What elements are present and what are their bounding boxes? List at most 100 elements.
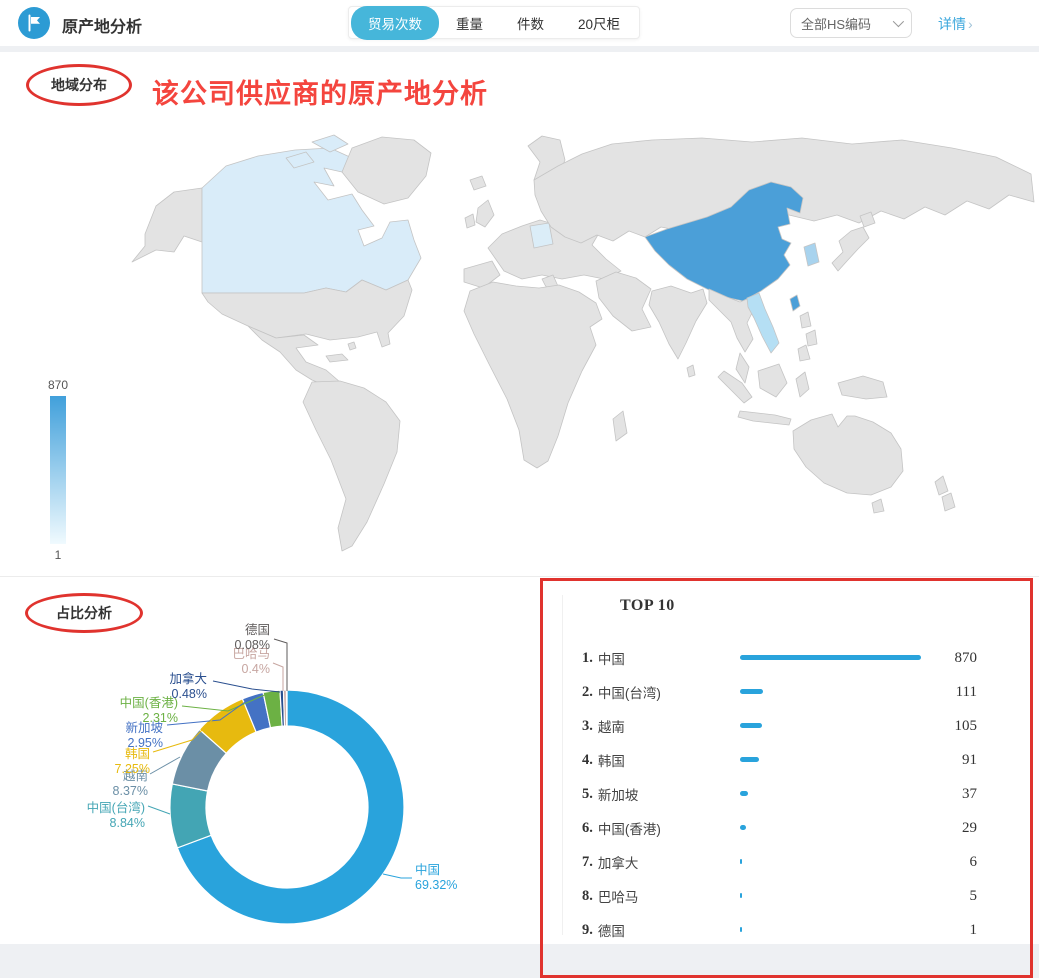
metric-tab[interactable]: 贸易次数 (351, 6, 439, 40)
top10-bar (740, 723, 762, 728)
top10-rank: 7. (582, 854, 593, 871)
top10-value: 111 (956, 684, 977, 701)
top10-rank: 9. (582, 922, 593, 939)
top10-rank: 4. (582, 752, 593, 769)
map-region-middle-east (596, 272, 651, 331)
metric-tab[interactable]: 重量 (439, 6, 500, 40)
label-line-canada (213, 681, 280, 692)
page-title: 原产地分析 (62, 13, 142, 37)
top10-rank: 2. (582, 684, 593, 701)
top10-row[interactable]: 2. 中国(台湾) 111 (543, 675, 1030, 709)
app-flag-icon (18, 7, 50, 39)
top10-row[interactable]: 1. 中国 870 (543, 641, 1030, 675)
top10-row[interactable]: 8. 巴哈马 5 (543, 879, 1030, 913)
top10-country-name: 中国(香港) (598, 818, 661, 838)
top10-bar-track (740, 893, 925, 898)
top10-list: 1. 中国 870 2. 中国(台湾) 111 3. 越南 105 (543, 641, 1030, 947)
map-country-india (649, 286, 707, 359)
donut-slice[interactable] (286, 690, 287, 726)
top10-row[interactable]: 3. 越南 105 (543, 709, 1030, 743)
top10-row[interactable]: 7. 加拿大 6 (543, 845, 1030, 879)
top10-country-name: 越南 (598, 716, 625, 736)
donut-label-taiwan: 中国(台湾)8.84% (87, 801, 145, 831)
top10-value: 870 (955, 650, 978, 667)
map-country-philippines-1 (800, 312, 811, 328)
map-country-taiwan[interactable] (790, 295, 800, 311)
detail-link[interactable]: 详情› (938, 14, 973, 34)
map-country-japan (832, 227, 869, 271)
metric-tab[interactable]: 件数 (500, 6, 561, 40)
top10-country-name: 德国 (598, 920, 625, 940)
top10-value: 1 (970, 922, 978, 939)
top10-bar (740, 791, 748, 796)
map-country-vietnam[interactable] (747, 293, 779, 353)
top10-country-name: 加拿大 (598, 852, 639, 872)
map-country-madagascar (613, 411, 627, 441)
top10-row[interactable]: 6. 中国(香港) 29 (543, 811, 1030, 845)
top10-row[interactable]: 4. 韩国 91 (543, 743, 1030, 777)
map-island-tasmania (872, 499, 884, 513)
map-country-south-korea[interactable] (804, 243, 819, 266)
top10-value: 6 (970, 854, 978, 871)
top10-value: 91 (962, 752, 977, 769)
top10-bar-track (740, 791, 925, 796)
top10-rank: 1. (582, 650, 593, 667)
top10-value: 5 (970, 888, 978, 905)
hs-code-dropdown[interactable]: 全部HS编码 (790, 8, 912, 38)
top10-bar-track (740, 757, 925, 762)
top10-bar-track (740, 825, 925, 830)
top10-bar (740, 689, 763, 694)
top10-country-name: 巴哈马 (598, 886, 639, 906)
map-section: 地域分布 该公司供应商的原产地分析 (0, 52, 1039, 576)
detail-link-label: 详情 (938, 16, 966, 32)
top10-country-name: 中国(台湾) (598, 682, 661, 702)
top10-bar (740, 893, 742, 898)
top10-rank: 5. (582, 786, 593, 803)
world-map (90, 130, 1035, 565)
map-island-java (738, 411, 791, 425)
top10-rank: 6. (582, 820, 593, 837)
top10-bar (740, 825, 746, 830)
top10-bar-track (740, 723, 925, 728)
map-color-legend: 870 1 (38, 378, 78, 562)
top10-bar-track (740, 655, 925, 660)
top10-bar-track (740, 859, 925, 864)
chevron-right-icon: › (968, 16, 973, 32)
top10-country-name: 韩国 (598, 750, 625, 770)
map-country-philippines-3 (798, 345, 810, 361)
donut-label-germany: 德国0.08% (235, 623, 270, 653)
map-country-sri-lanka (687, 365, 695, 377)
map-island-sulawesi (796, 372, 809, 397)
map-island-new-guinea (838, 376, 887, 399)
label-line-germany (274, 639, 287, 691)
map-island-borneo (758, 364, 787, 397)
map-country-germany[interactable] (530, 223, 553, 248)
top10-bar-track (740, 689, 925, 694)
metric-tab[interactable]: 20尺柜 (561, 6, 637, 40)
top10-row[interactable]: 9. 德国 1 (543, 913, 1030, 947)
top10-bar (740, 927, 742, 932)
top10-row[interactable]: 5. 新加坡 37 (543, 777, 1030, 811)
top10-country-name: 新加坡 (598, 784, 639, 804)
label-line-taiwan (148, 806, 170, 814)
map-region-south-america (303, 381, 400, 551)
map-region-africa (464, 282, 602, 468)
donut-chart-svg (0, 577, 540, 945)
label-line-bahamas (273, 663, 283, 691)
map-country-uk (476, 200, 494, 227)
header-bar: 原产地分析 贸易次数重量件数20尺柜 全部HS编码 详情› (0, 0, 1039, 46)
map-country-alaska (132, 188, 202, 262)
top10-bar (740, 859, 742, 864)
top10-rank: 3. (582, 718, 593, 735)
flag-icon (25, 14, 43, 32)
map-country-new-zealand-1 (935, 476, 948, 495)
top10-bar-track (740, 927, 925, 932)
donut-label-canada: 加拿大0.48% (169, 672, 207, 702)
top10-bar (740, 655, 921, 660)
chevron-down-icon (893, 16, 904, 27)
map-country-ireland (465, 214, 475, 228)
map-region-malay-peninsula (736, 353, 749, 383)
legend-gradient-bar (50, 396, 66, 544)
top10-panel-red-outline: TOP 10 1. 中国 870 2. 中国(台湾) 111 3 (540, 578, 1033, 978)
donut-chart: 中国69.32% 中国(台湾)8.84% 越南8.37% 韩国7.25% 新加坡… (0, 577, 540, 945)
